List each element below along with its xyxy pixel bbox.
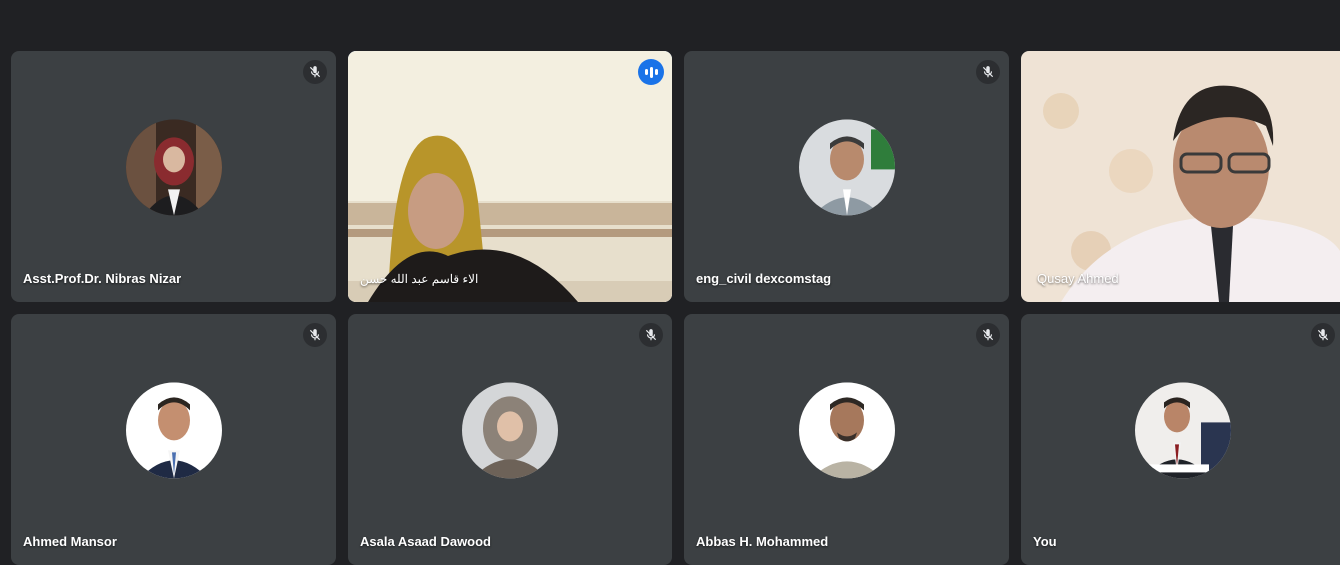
participant-tile-engcivil[interactable]: eng_civil dexcomstag <box>684 51 1009 302</box>
avatar <box>462 381 558 478</box>
participant-tile-you[interactable]: You <box>1021 314 1340 565</box>
participant-tile-alaa[interactable]: الاء قاسم عبد الله حسن <box>348 51 672 302</box>
mic-off-icon <box>303 60 327 84</box>
avatar <box>125 381 222 478</box>
mic-off-icon <box>1311 323 1335 347</box>
video-feed <box>1021 51 1340 302</box>
participant-tile-ahmed-mansor[interactable]: Ahmed Mansor <box>11 314 336 565</box>
participant-tile-qusay[interactable]: Qusay Ahmed <box>1021 51 1340 302</box>
mic-off-icon <box>639 323 663 347</box>
avatar <box>798 381 895 478</box>
participant-tile-nibras[interactable]: Asst.Prof.Dr. Nibras Nizar <box>11 51 336 302</box>
participant-name: Asst.Prof.Dr. Nibras Nizar <box>23 271 182 286</box>
mic-off-icon <box>976 323 1000 347</box>
avatar <box>125 118 222 215</box>
avatar <box>1135 381 1231 478</box>
avatar <box>798 118 895 215</box>
participant-name: Qusay Ahmed <box>1037 271 1119 286</box>
audio-level-icon <box>638 59 664 85</box>
participant-tile-abbas[interactable]: Abbas H. Mohammed <box>684 314 1009 565</box>
participant-tile-asala[interactable]: Asala Asaad Dawood <box>348 314 672 565</box>
mic-off-icon <box>976 60 1000 84</box>
video-feed <box>348 51 672 302</box>
participant-name: eng_civil dexcomstag <box>696 271 832 286</box>
mic-off-icon <box>303 323 327 347</box>
participant-name: الاء قاسم عبد الله حسن <box>360 272 479 286</box>
